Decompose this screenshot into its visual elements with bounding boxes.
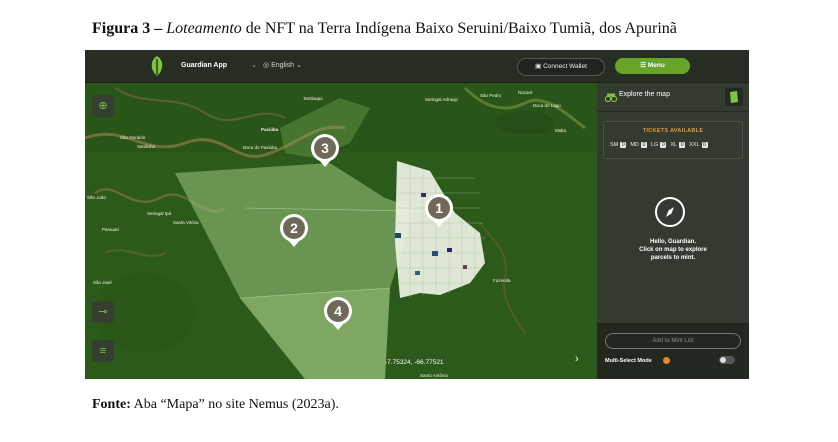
tab-explore-map[interactable]: Explore the map	[619, 91, 670, 98]
compass-icon	[655, 197, 685, 227]
hello-line-2: Click on map to explore	[639, 247, 707, 253]
map-label-sao-geraldo: São Geraldo	[120, 135, 146, 140]
ticket-counts: SM 0 MD 0 LG 0 XL 0 XXL 0	[610, 142, 708, 148]
map-label-fazenda: Fazenda	[493, 278, 511, 283]
leaf-logo-icon[interactable]	[148, 55, 166, 77]
map-label-malta: Malta	[555, 128, 567, 133]
menu-button[interactable]: ☰ Menu	[615, 58, 690, 74]
map-label-boca-do-lago: Boca do Lago	[533, 103, 561, 108]
pin-4-number: 4	[334, 303, 342, 319]
ticket-lg: LG 0	[650, 142, 667, 148]
chevron-down-icon: ⌄	[251, 62, 257, 69]
hello-line-3: parcels to mint.	[650, 255, 696, 261]
nemus-app-screenshot: Guardian App ⌄ ◎ English ⌄ ▣ Connect Wal…	[85, 50, 749, 379]
map-coordinates: -7.75324, -66.77521	[385, 359, 444, 366]
figure-title: de NFT na Terra Indígena Baixo Seruini/B…	[245, 20, 677, 37]
globe-icon: ◎	[263, 62, 270, 69]
parcel-pin-3[interactable]: 3	[308, 133, 342, 167]
app-select-value: Guardian App	[181, 62, 228, 69]
map-label-paxiuba: Paxiúba	[261, 127, 279, 132]
add-to-mint-list-button[interactable]: Add to Mint List	[605, 333, 741, 349]
map-layers-button[interactable]: ⊕	[92, 95, 114, 117]
panel-header: Explore the map	[597, 83, 749, 112]
multi-select-toggle[interactable]	[719, 356, 735, 364]
chevron-right-icon[interactable]: ›	[575, 353, 579, 365]
hello-line-1: Hello, Guardian.	[649, 239, 696, 245]
app-select-dropdown[interactable]: Guardian App ⌄	[177, 57, 261, 75]
map-label-santa-vitoria: Santa Vitória	[173, 220, 199, 225]
map-label-sao-pedro: São Pedro	[480, 93, 502, 98]
figure-title-italic: Loteamento	[166, 20, 242, 37]
map-label-sardinha: Sardinha	[137, 144, 156, 149]
binoculars-icon	[605, 93, 617, 102]
parcel-pin-2[interactable]: 2	[277, 213, 311, 247]
info-icon[interactable]	[663, 357, 670, 364]
connect-wallet-button[interactable]: ▣ Connect Wallet	[517, 58, 605, 76]
source-text: Aba “Mapa” no site Nemus (2023a).	[133, 397, 339, 412]
map-terrain	[85, 83, 597, 379]
pin-1-number: 1	[435, 200, 443, 216]
ticket-sm: SM 0	[610, 142, 627, 148]
figure-caption: Figura 3 – Loteamento de NFT na Terra In…	[92, 20, 677, 38]
welcome-message: Hello, Guardian. Click on map to explore…	[617, 238, 729, 262]
map-book-icon	[730, 91, 738, 103]
language-value: English	[271, 62, 295, 69]
tickets-available-box: TICKETS AVAILABLE SM 0 MD 0 LG 0 XL 0 XXL 0	[603, 121, 743, 159]
language-select[interactable]: ◎ English ⌄	[263, 57, 333, 75]
panel-toggle-button[interactable]	[725, 88, 743, 106]
map-label-seringal-adraujo: Seringal Adraujo	[425, 97, 459, 102]
figure-label: Figura 3 –	[92, 20, 163, 37]
ticket-md: MD 0	[630, 142, 647, 148]
side-panel: Explore the map TICKETS AVAILABLE SM 0 MD…	[597, 83, 749, 379]
multi-select-label: Multi-Select Mode	[605, 358, 652, 364]
parcel-pin-4[interactable]: 4	[321, 296, 355, 330]
figure-source: Fonte: Aba “Mapa” no site Nemus (2023a).	[92, 397, 339, 413]
source-label: Fonte:	[92, 397, 131, 412]
ticket-xl: XL 0	[670, 142, 686, 148]
map-canvas[interactable]: São Geraldo Sardinha Paxiúba Boca do Pax…	[85, 83, 597, 379]
tickets-title: TICKETS AVAILABLE	[642, 128, 704, 134]
hamburger-icon: ☰	[640, 62, 647, 69]
map-label-nazare: Nazaré	[518, 90, 533, 95]
pin-2-number: 2	[290, 220, 298, 236]
map-label-sao-jose: São José	[93, 280, 112, 285]
map-label-boca-paxiuba: Boca do Paxiúba	[243, 145, 278, 150]
ticket-xxl: XXL 0	[689, 142, 708, 148]
top-bar: Guardian App ⌄ ◎ English ⌄ ▣ Connect Wal…	[85, 50, 749, 83]
pin-3-number: 3	[321, 140, 329, 156]
key-icon[interactable]: ⊸	[92, 301, 114, 323]
parcel-pin-1[interactable]: 1	[422, 193, 456, 227]
map-label-santo-antonio: Santo Antônio	[420, 373, 449, 378]
filters-icon[interactable]: ≡	[92, 340, 114, 362]
mint-controls: Add to Mint List Multi-Select Mode	[597, 323, 749, 379]
chevron-down-icon: ⌄	[295, 62, 302, 69]
map-label-sao-joao: São João	[87, 195, 107, 200]
map-label-parauari: Parauari	[102, 227, 120, 232]
map-label-seringal-ipa: Seringal Ipá	[147, 211, 172, 216]
connect-wallet-label: Connect Wallet	[543, 63, 587, 70]
map-label-tambaqui: Tambaqui	[303, 96, 323, 101]
wallet-icon: ▣	[535, 63, 542, 70]
menu-label: Menu	[647, 62, 665, 69]
